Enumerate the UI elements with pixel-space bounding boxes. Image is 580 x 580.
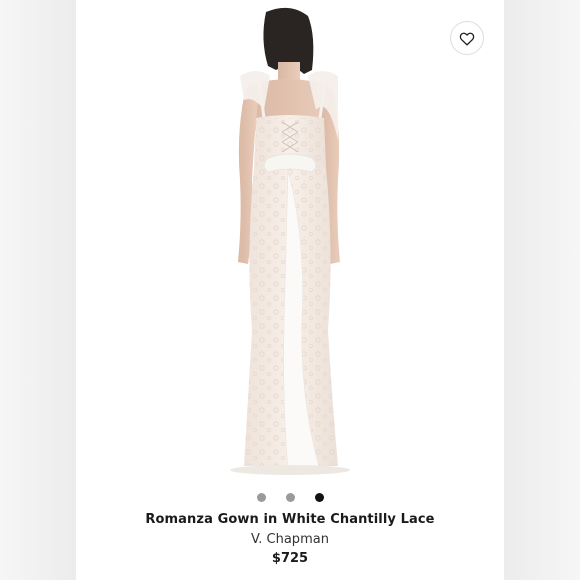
product-card: Romanza Gown in White Chantilly Lace V. … [76,0,504,580]
image-carousel-indicators [76,492,504,502]
carousel-dot[interactable] [314,492,324,502]
product-image[interactable] [76,0,504,480]
background-right [504,0,580,580]
heart-icon [459,32,475,45]
product-title[interactable]: Romanza Gown in White Chantilly Lace [76,512,504,527]
product-price: $725 [271,551,309,566]
carousel-dot[interactable] [285,492,295,502]
carousel-dot[interactable] [256,492,266,502]
product-brand[interactable]: V. Chapman [76,532,504,547]
favorite-button[interactable] [450,21,484,55]
background-left [0,0,76,580]
